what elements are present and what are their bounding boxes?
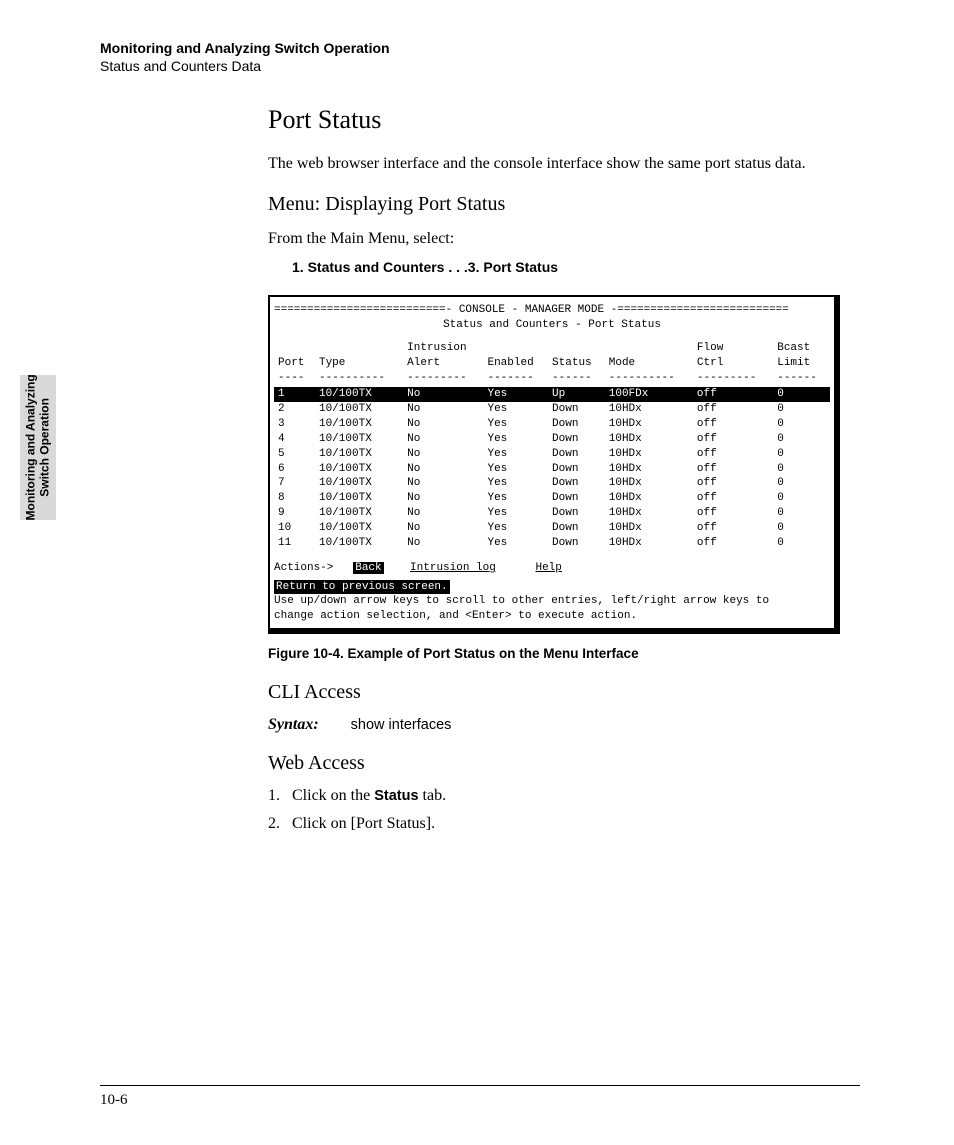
- menu-intro: From the Main Menu, select:: [268, 228, 848, 250]
- table-row[interactable]: 410/100TXNoYesDown10HDxoff0: [274, 432, 830, 447]
- chapter-title: Monitoring and Analyzing Switch Operatio…: [100, 40, 390, 58]
- console-status-line: Return to previous screen.: [274, 580, 450, 595]
- web-access-step: 1. Click on the Status tab.: [268, 787, 848, 805]
- section-title: Status and Counters Data: [100, 58, 390, 76]
- console-actions: Actions-> Back Intrusion log Help: [274, 551, 830, 576]
- console-help-1: Use up/down arrow keys to scroll to othe…: [274, 594, 830, 609]
- action-help[interactable]: Help: [535, 562, 561, 574]
- console-banner: ==========================- CONSOLE - MA…: [274, 303, 830, 318]
- table-row[interactable]: 810/100TXNoYesDown10HDxoff0: [274, 491, 830, 506]
- console-screenshot: ==========================- CONSOLE - MA…: [268, 295, 840, 634]
- page-title: Port Status: [268, 105, 848, 135]
- table-dashes: ---- ---------- --------- ------- ------…: [274, 371, 830, 388]
- figure-caption: Figure 10-4. Example of Port Status on t…: [268, 646, 848, 661]
- side-tab-text: Monitoring and Analyzing Switch Operatio…: [24, 374, 53, 520]
- syntax-line: Syntax: show interfaces: [268, 716, 848, 734]
- table-header-row-1: Intrusion Flow Bcast: [274, 341, 830, 356]
- cli-heading: CLI Access: [268, 681, 848, 704]
- port-status-table: Intrusion Flow Bcast Port Type Alert Ena…: [274, 341, 830, 551]
- syntax-command: show interfaces: [351, 717, 452, 733]
- running-header: Monitoring and Analyzing Switch Operatio…: [100, 40, 390, 75]
- table-row[interactable]: 1010/100TXNoYesDown10HDxoff0: [274, 521, 830, 536]
- web-heading: Web Access: [268, 752, 848, 775]
- table-header-row-2: Port Type Alert Enabled Status Mode Ctrl…: [274, 356, 830, 371]
- table-row[interactable]: 310/100TXNoYesDown10HDxoff0: [274, 417, 830, 432]
- table-row[interactable]: 110/100TXNoYesUp100FDxoff0: [274, 387, 830, 402]
- console-help-2: change action selection, and <Enter> to …: [274, 609, 830, 624]
- action-intrusion-log[interactable]: Intrusion log: [410, 562, 496, 574]
- intro-paragraph: The web browser interface and the consol…: [268, 153, 848, 175]
- table-row[interactable]: 1110/100TXNoYesDown10HDxoff0: [274, 536, 830, 551]
- page-number: 10-6: [100, 1092, 128, 1108]
- table-row[interactable]: 910/100TXNoYesDown10HDxoff0: [274, 506, 830, 521]
- table-row[interactable]: 610/100TXNoYesDown10HDxoff0: [274, 462, 830, 477]
- menu-heading: Menu: Displaying Port Status: [268, 193, 848, 216]
- web-access-step: 2. Click on [Port Status].: [268, 815, 848, 833]
- side-tab: Monitoring and Analyzing Switch Operatio…: [20, 375, 56, 520]
- console-subtitle: Status and Counters - Port Status: [274, 318, 830, 341]
- syntax-label: Syntax:: [268, 716, 319, 733]
- table-row[interactable]: 510/100TXNoYesDown10HDxoff0: [274, 447, 830, 462]
- action-back[interactable]: Back: [353, 562, 383, 574]
- table-row[interactable]: 210/100TXNoYesDown10HDxoff0: [274, 402, 830, 417]
- table-row[interactable]: 710/100TXNoYesDown10HDxoff0: [274, 476, 830, 491]
- main-content: Port Status The web browser interface an…: [268, 105, 848, 843]
- page-footer: 10-6: [100, 1085, 860, 1109]
- menu-path: 1. Status and Counters . . .3. Port Stat…: [292, 259, 848, 275]
